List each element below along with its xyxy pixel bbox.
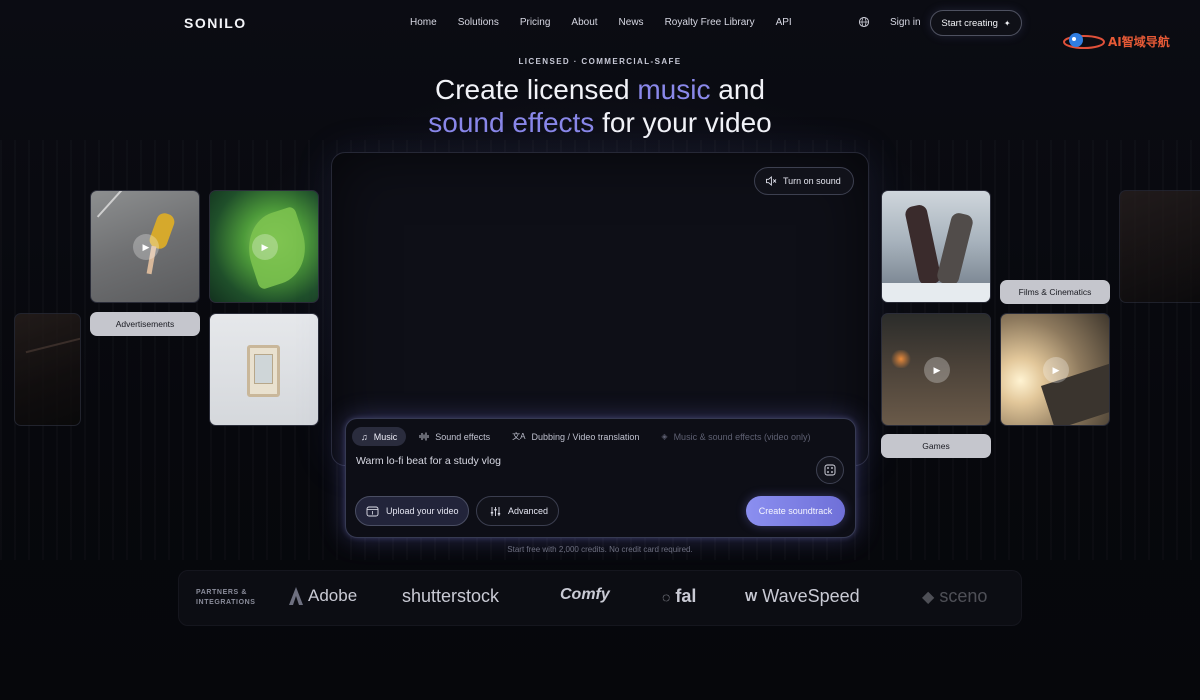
partner-logo-sceno: ◆ sceno — [922, 586, 987, 607]
play-icon[interactable]: ▶ — [1043, 357, 1069, 383]
advanced-label: Advanced — [508, 506, 549, 516]
tab-music-label: Music — [373, 431, 398, 442]
partner-logo-adobe: Adobe — [289, 586, 357, 606]
play-icon[interactable]: ▶ — [924, 357, 950, 383]
hero-title-text: and — [710, 74, 765, 105]
top-nav: Home Solutions Pricing About News Royalt… — [410, 17, 813, 28]
partner-name: shutterstock — [402, 586, 500, 606]
start-creating-button[interactable]: Start creating ✦ — [930, 10, 1022, 36]
adobe-icon — [289, 587, 303, 605]
nav-item-api[interactable]: API — [776, 17, 792, 28]
battle-fire — [890, 350, 912, 368]
tab-music-and-sfx-label: Music & sound effects (video only) — [673, 431, 811, 442]
turn-on-sound-label: Turn on sound — [783, 176, 841, 186]
play-glyph: ▶ — [1052, 364, 1060, 375]
nav-item-pricing[interactable]: Pricing — [520, 17, 551, 28]
sliders-icon — [490, 506, 501, 516]
create-soundtrack-button[interactable]: Create soundtrack — [746, 496, 845, 526]
wavespeed-icon: W — [745, 589, 758, 604]
mode-tabs: ♫ Music Sound effects 文A Dubbing / Video… — [352, 427, 823, 446]
watermark-text: AI智域导航 — [1108, 35, 1170, 49]
category-chip-advertisements[interactable]: Advertisements — [90, 312, 200, 336]
prompt-input[interactable]: Warm lo-fi beat for a study vlog — [356, 455, 501, 467]
randomize-prompt-button[interactable] — [816, 456, 844, 484]
tab-dubbing-label: Dubbing / Video translation — [531, 431, 640, 442]
thumb-far-right[interactable] — [1119, 190, 1200, 303]
partner-name: sceno — [939, 586, 988, 606]
hero-title-text: Create licensed — [435, 74, 638, 105]
watermark-emblem — [1063, 33, 1105, 49]
snow-ground — [882, 283, 990, 302]
partner-logo-fal: ◌ fal — [662, 586, 696, 607]
category-chip-films-cinematics[interactable]: Films & Cinematics — [1000, 280, 1110, 304]
sparkle-icon: ✦ — [1003, 18, 1011, 28]
nav-item-about[interactable]: About — [571, 17, 597, 28]
free-credits-note: Start free with 2,000 credits. No credit… — [507, 545, 693, 554]
thumb-ad-window[interactable] — [209, 313, 319, 426]
speaker-muted-icon — [766, 176, 777, 186]
play-glyph: ▶ — [142, 241, 150, 252]
partner-name: Adobe — [308, 586, 358, 605]
fal-icon: ◌ — [662, 588, 671, 605]
brand-logo[interactable]: SONILO — [184, 15, 247, 31]
window-pane — [254, 354, 273, 384]
partner-logo-wavespeed: W WaveSpeed — [745, 586, 860, 607]
tab-dubbing[interactable]: 文A Dubbing / Video translation — [503, 427, 648, 446]
nav-item-home[interactable]: Home — [410, 17, 437, 28]
partner-logo-shutterstock: shutterstock — [402, 586, 499, 607]
play-icon[interactable]: ▶ — [252, 234, 278, 260]
play-icon[interactable]: ▶ — [133, 234, 159, 260]
upload-video-button[interactable]: Upload your video — [355, 496, 469, 526]
warrior-right — [935, 211, 975, 287]
layers-icon: ◈ — [661, 432, 668, 441]
watermark-logo: AI智域导航 — [1062, 30, 1180, 52]
hero-eyebrow: LICENSED · COMMERCIAL-SAFE — [518, 57, 682, 66]
tab-sound-effects[interactable]: Sound effects — [410, 427, 499, 446]
video-upload-icon — [366, 506, 379, 516]
nav-item-solutions[interactable]: Solutions — [458, 17, 499, 28]
sceno-icon: ◆ — [922, 588, 935, 606]
hero-title-text: for your video — [594, 107, 772, 138]
tab-sound-effects-label: Sound effects — [435, 431, 491, 442]
hero-title-line-2: sound effects for your video — [0, 106, 1200, 139]
category-chip-games[interactable]: Games — [881, 434, 991, 458]
nav-item-news[interactable]: News — [619, 17, 644, 28]
tab-music[interactable]: ♫ Music — [352, 427, 407, 446]
hero-title-accent: sound effects — [428, 107, 595, 138]
thumb-game-battlefield[interactable]: ▶ — [881, 313, 991, 426]
music-note-icon: ♫ — [361, 431, 368, 442]
waveform-icon — [419, 432, 429, 441]
dice-icon — [824, 464, 836, 476]
start-creating-label: Start creating — [941, 17, 998, 29]
partners-label-line-2: INTEGRATIONS — [196, 599, 256, 606]
translate-icon: 文A — [512, 432, 526, 441]
thumb-far-left-beam — [25, 336, 80, 354]
partners-label: PARTNERS & INTEGRATIONS — [196, 588, 256, 608]
thumb-film-sunset[interactable]: ▶ — [1000, 313, 1110, 426]
partner-logo-comfy: Comfy — [560, 586, 610, 604]
partners-label-line-1: PARTNERS & — [196, 589, 247, 596]
partner-name: WaveSpeed — [762, 586, 860, 606]
hero-title-line-1: Create licensed music and — [0, 73, 1200, 106]
thumb-far-left[interactable] — [14, 313, 81, 426]
partner-name: fal — [675, 586, 697, 606]
turn-on-sound-button[interactable]: Turn on sound — [754, 167, 854, 195]
thumb-game-warriors[interactable] — [881, 190, 991, 303]
globe-icon[interactable] — [858, 16, 870, 28]
partner-name: Comfy — [560, 586, 610, 603]
hero-title-accent: music — [637, 74, 711, 105]
upload-video-label: Upload your video — [386, 506, 459, 516]
nav-item-royalty-free-library[interactable]: Royalty Free Library — [665, 17, 755, 28]
sign-in-link[interactable]: Sign in — [890, 17, 921, 28]
advanced-button[interactable]: Advanced — [476, 496, 559, 526]
thumb-ad-dancer[interactable]: ▶ — [90, 190, 200, 303]
stage-line — [96, 191, 126, 218]
thumb-ad-leaf[interactable]: ▶ — [209, 190, 319, 303]
play-glyph: ▶ — [261, 241, 269, 252]
tab-music-and-sfx[interactable]: ◈ Music & sound effects (video only) — [652, 427, 819, 446]
play-glyph: ▶ — [933, 364, 941, 375]
